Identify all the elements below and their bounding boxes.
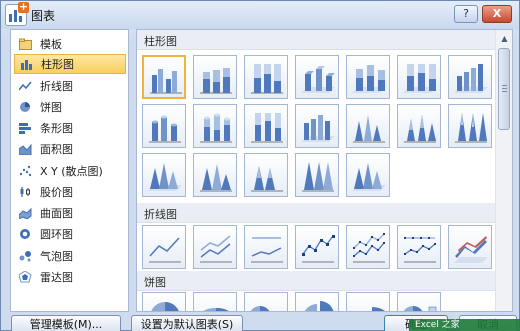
chart-thumbnail-3d-100-stacked-column[interactable] — [397, 55, 441, 99]
category-label: 气泡图 — [40, 250, 73, 263]
pie-chart-icon — [19, 101, 32, 113]
chart-thumbnail-3d-pyramid[interactable] — [346, 153, 390, 197]
section-header-pie: 饼图 — [137, 271, 495, 291]
chart-thumbnail-100-stacked-cylinder[interactable] — [244, 104, 288, 148]
dialog-title: 图表 — [31, 9, 56, 23]
chart-thumbnail-stacked-pyramid[interactable] — [244, 153, 288, 197]
chart-thumbnail-clustered-column[interactable] — [142, 55, 186, 99]
category-radar[interactable]: 雷达图 — [14, 267, 126, 287]
category-label: 折线图 — [40, 80, 73, 93]
chart-thumbnail-3d-clustered-column[interactable] — [295, 55, 339, 99]
chart-thumbnail-100-stacked-pyramid[interactable] — [295, 153, 339, 197]
category-doughnut[interactable]: 圆环图 — [14, 224, 126, 244]
scroll-up-arrow-icon[interactable]: ▲ — [499, 33, 510, 44]
category-label: 雷达图 — [40, 271, 73, 284]
folder-icon — [19, 38, 32, 50]
category-label: 股价图 — [40, 186, 73, 199]
chart-thumbnail-3d-cylinder[interactable] — [295, 104, 339, 148]
category-templates[interactable]: 模板 — [14, 34, 126, 54]
category-stock[interactable]: 股价图 — [14, 182, 126, 202]
doughnut-chart-icon — [19, 228, 32, 240]
chart-thumbnail-pie[interactable] — [142, 292, 186, 311]
category-label: 饼图 — [40, 101, 62, 114]
close-button[interactable]: X — [482, 5, 512, 23]
chart-thumbnail-clustered-cylinder[interactable] — [142, 104, 186, 148]
stock-chart-icon — [19, 186, 32, 198]
chart-thumbnail-bar-of-pie[interactable] — [397, 292, 441, 311]
chart-thumbnail-stacked-cylinder[interactable] — [193, 104, 237, 148]
chart-thumbnail-stacked-cone[interactable] — [397, 104, 441, 148]
chart-thumbnail-clustered-cone[interactable] — [346, 104, 390, 148]
category-line[interactable]: 折线图 — [14, 76, 126, 96]
bar-chart-icon — [19, 122, 32, 134]
chart-thumbnail-100-stacked-column[interactable] — [244, 55, 288, 99]
chart-thumbnail-exploded-pie[interactable] — [295, 292, 339, 311]
chart-thumbnail-line-with-markers[interactable] — [295, 225, 339, 269]
category-label: 圆环图 — [40, 228, 73, 241]
chart-thumbnail-exploded-3d-pie[interactable] — [346, 292, 390, 311]
chart-thumbnail-3d-column[interactable] — [448, 55, 492, 99]
gallery-scrollbar[interactable]: ▲ — [495, 30, 512, 311]
category-area[interactable]: 面积图 — [14, 139, 126, 159]
section-header-column: 柱形图 — [137, 30, 495, 50]
chart-thumbnail-3d-line[interactable] — [448, 225, 492, 269]
manage-templates-button[interactable]: 管理模板(M)... — [11, 315, 121, 331]
chart-thumbnail-3d-cone[interactable] — [142, 153, 186, 197]
chart-thumbnail-100-stacked-line-with-markers[interactable] — [397, 225, 441, 269]
area-chart-icon — [18, 143, 32, 156]
category-surface[interactable]: 曲面图 — [14, 203, 126, 223]
chart-thumbnail-stacked-line[interactable] — [193, 225, 237, 269]
help-button[interactable]: ? — [454, 5, 478, 23]
column-chart-icon — [20, 58, 33, 70]
surface-chart-icon — [18, 207, 32, 220]
chart-thumbnail-3d-pie[interactable] — [193, 292, 237, 311]
chart-category-list: 模板 柱形图 折线图 饼图 条形图 面积图 X Y (散点图) 股价图 曲面图 … — [10, 29, 129, 312]
insert-chart-icon: + — [5, 1, 29, 26]
watermark-logo: Excel 之家 — [409, 319, 520, 331]
category-bubble[interactable]: 气泡图 — [14, 246, 126, 266]
section-header-line: 折线图 — [137, 203, 495, 223]
category-bar[interactable]: 条形图 — [14, 118, 126, 138]
category-label: 曲面图 — [40, 207, 73, 220]
chart-gallery: 柱形图 折线图 饼图 ▲ — [136, 29, 513, 312]
set-default-chart-button[interactable]: 设置为默认图表(S) — [131, 315, 243, 331]
line-chart-icon — [18, 80, 32, 92]
chart-thumbnail-line[interactable] — [142, 225, 186, 269]
category-label: 条形图 — [40, 122, 73, 135]
chart-thumbnail-stacked-line-with-markers[interactable] — [346, 225, 390, 269]
chart-dialog: + 图表 ? X 模板 柱形图 折线图 饼图 条形图 面积图 X Y (散点图)… — [0, 0, 520, 331]
category-label: 模板 — [40, 38, 62, 51]
category-label: 面积图 — [40, 143, 73, 156]
title-bar: + 图表 ? X — [1, 1, 519, 29]
chart-thumbnail-100-stacked-line[interactable] — [244, 225, 288, 269]
scatter-chart-icon — [19, 165, 32, 177]
chart-thumbnail-pie-of-pie[interactable] — [244, 292, 288, 311]
chart-thumbnail-clustered-pyramid[interactable] — [193, 153, 237, 197]
chart-thumbnail-stacked-column[interactable] — [193, 55, 237, 99]
scrollbar-thumb[interactable] — [498, 48, 510, 130]
category-scatter[interactable]: X Y (散点图) — [14, 161, 126, 181]
category-label: 柱形图 — [41, 58, 74, 71]
chart-thumbnail-3d-stacked-column[interactable] — [346, 55, 390, 99]
radar-chart-icon — [18, 270, 32, 283]
chart-thumbnail-100-stacked-cone[interactable] — [448, 104, 492, 148]
category-column[interactable]: 柱形图 — [14, 54, 126, 74]
category-pie[interactable]: 饼图 — [14, 97, 126, 117]
category-label: X Y (散点图) — [40, 165, 103, 178]
bubble-chart-icon — [19, 250, 32, 262]
